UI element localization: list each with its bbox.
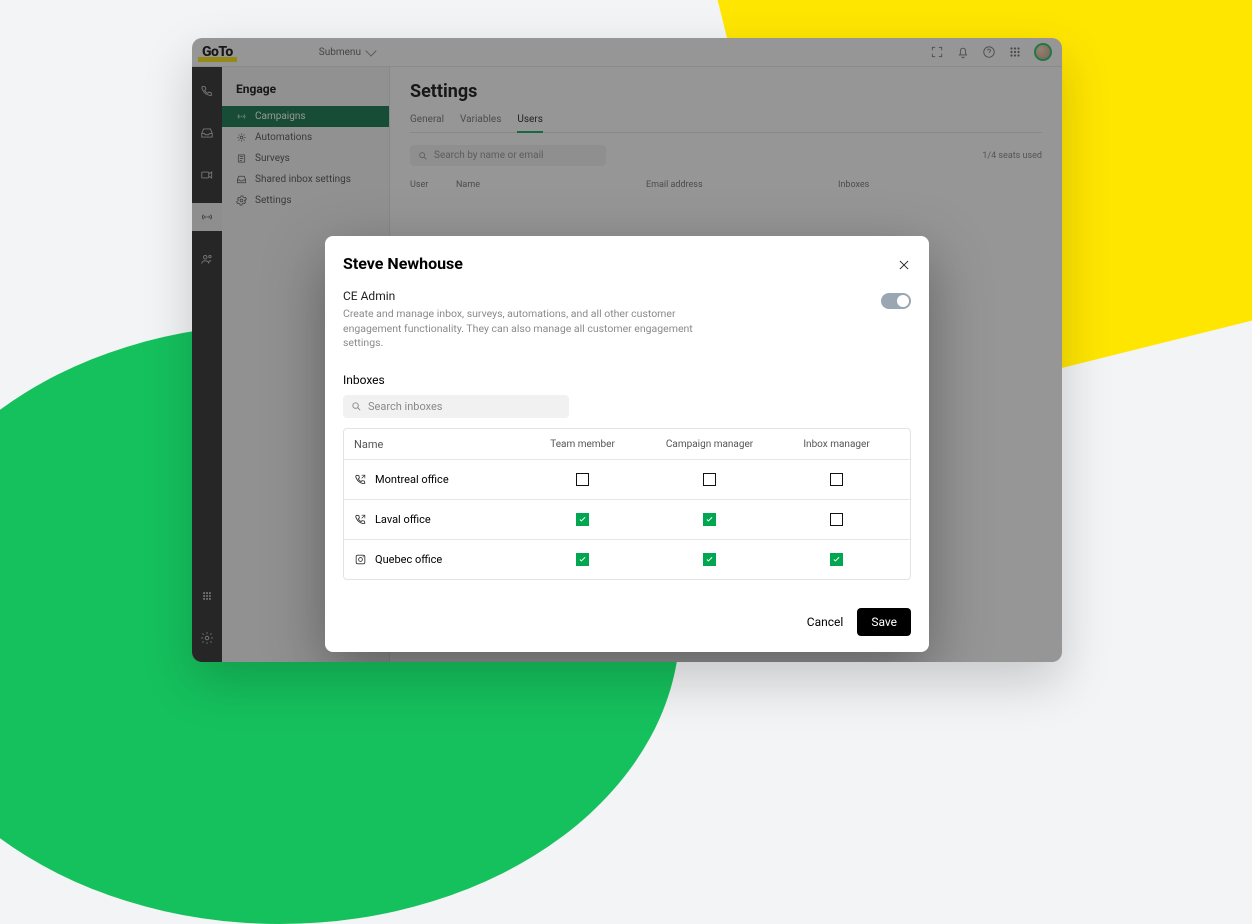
checkbox[interactable] (703, 553, 716, 566)
role-title: CE Admin (343, 289, 723, 303)
checkbox[interactable] (703, 473, 716, 486)
role-description: Create and manage inbox, surveys, automa… (343, 307, 723, 351)
app-window: GoTo Submenu Engage Campaigns (192, 38, 1062, 662)
checkbox[interactable] (830, 473, 843, 486)
checkbox[interactable] (576, 553, 589, 566)
ce-admin-toggle[interactable] (881, 293, 911, 309)
checkbox[interactable] (830, 553, 843, 566)
cancel-button[interactable]: Cancel (807, 615, 844, 629)
checkbox[interactable] (703, 513, 716, 526)
checkbox[interactable] (830, 513, 843, 526)
close-button[interactable] (897, 257, 911, 271)
inbox-permissions-table: Name Team member Campaign manager Inbox … (343, 428, 911, 580)
inbox-search-placeholder: Search inboxes (368, 400, 442, 413)
permissions-header-row: Name Team member Campaign manager Inbox … (344, 429, 910, 459)
inbox-row: Quebec office (344, 539, 910, 579)
inbox-row: Montreal office (344, 459, 910, 499)
inbox-name: Laval office (354, 513, 519, 526)
inbox-name: Montreal office (354, 473, 519, 486)
perm-col-name: Name (354, 438, 519, 451)
user-permissions-modal: Steve Newhouse CE Admin Create and manag… (325, 236, 929, 652)
inbox-search-input[interactable]: Search inboxes (343, 395, 569, 418)
inboxes-heading: Inboxes (343, 373, 911, 387)
perm-col-inbox: Inbox manager (773, 439, 900, 450)
save-button[interactable]: Save (857, 608, 911, 636)
checkbox[interactable] (576, 513, 589, 526)
inbox-row: Laval office (344, 499, 910, 539)
checkbox[interactable] (576, 473, 589, 486)
perm-col-campaign: Campaign manager (646, 439, 773, 450)
inbox-name: Quebec office (354, 553, 519, 566)
perm-col-team: Team member (519, 439, 646, 450)
modal-title: Steve Newhouse (343, 254, 463, 273)
